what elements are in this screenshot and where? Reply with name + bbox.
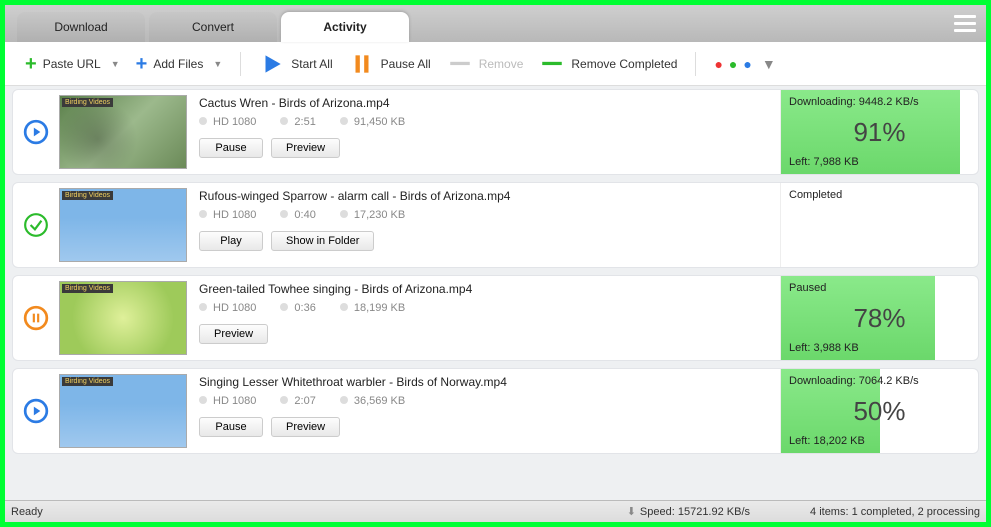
- row-action-1[interactable]: Play: [199, 231, 263, 251]
- add-files-button[interactable]: + Add Files ▼: [130, 53, 229, 75]
- separator: [695, 52, 696, 76]
- start-all-label: Start All: [291, 57, 332, 71]
- activity-list: Birding Videos Cactus Wren - Birds of Ar…: [5, 86, 986, 500]
- pause-icon: [349, 51, 375, 77]
- row-action-2[interactable]: Preview: [199, 324, 268, 344]
- status-bottom: Left: 3,988 KB: [789, 342, 970, 354]
- status-top: Downloading: 7064.2 KB/s: [789, 375, 970, 387]
- item-status: Downloading: 7064.2 KB/s 50% Left: 18,20…: [780, 369, 978, 453]
- status-top: Completed: [789, 189, 970, 201]
- row-action-2[interactable]: Show in Folder: [271, 231, 374, 251]
- item-duration: 2:07: [280, 395, 315, 407]
- thumbnail-watermark: Birding Videos: [62, 377, 113, 386]
- item-duration: 0:40: [280, 209, 315, 221]
- add-files-label: Add Files: [153, 57, 203, 71]
- status-percent: 50%: [789, 387, 970, 435]
- item-resolution: HD 1080: [199, 395, 256, 407]
- play-circle-icon: [23, 398, 49, 424]
- thumbnail[interactable]: Birding Videos: [59, 188, 187, 262]
- titlebar: Download Convert Activity: [5, 5, 986, 42]
- row-state-icon[interactable]: [13, 369, 59, 453]
- item-resolution: HD 1080: [199, 302, 256, 314]
- pause-all-label: Pause All: [381, 57, 431, 71]
- status-top: Downloading: 9448.2 KB/s: [789, 96, 970, 108]
- statusbar: Ready ⬇ Speed: 15721.92 KB/s 4 items: 1 …: [5, 500, 986, 522]
- item-status: Completed: [780, 183, 978, 267]
- download-arrow-icon: ⬇: [627, 505, 636, 518]
- start-all-button[interactable]: Start All: [253, 47, 338, 81]
- status-percent: 78%: [789, 294, 970, 342]
- item-resolution: HD 1080: [199, 209, 256, 221]
- item-title: Green-tailed Towhee singing - Birds of A…: [199, 282, 768, 296]
- row-state-icon[interactable]: [13, 183, 59, 267]
- status-speed: Speed: 15721.92 KB/s: [640, 506, 750, 518]
- download-item[interactable]: Birding Videos Green-tailed Towhee singi…: [12, 275, 979, 361]
- item-resolution: HD 1080: [199, 116, 256, 128]
- item-size: 91,450 KB: [340, 116, 405, 128]
- row-state-icon[interactable]: [13, 90, 59, 174]
- item-status: Downloading: 9448.2 KB/s 91% Left: 7,988…: [780, 90, 978, 174]
- thumbnail-watermark: Birding Videos: [62, 284, 113, 293]
- item-duration: 2:51: [280, 116, 315, 128]
- status-top: Paused: [789, 282, 970, 294]
- status-ready: Ready: [11, 506, 43, 518]
- status-bottom: Left: 7,988 KB: [789, 156, 970, 168]
- separator: [240, 52, 241, 76]
- status-summary: 4 items: 1 completed, 2 processing: [810, 506, 980, 518]
- item-size: 36,569 KB: [340, 395, 405, 407]
- paste-url-button[interactable]: + Paste URL ▼: [19, 53, 126, 75]
- remove-label: Remove: [479, 57, 524, 71]
- menu-icon[interactable]: [954, 11, 976, 36]
- status-bottom: Left: 18,202 KB: [789, 435, 970, 447]
- item-title: Singing Lesser Whitethroat warbler - Bir…: [199, 375, 768, 389]
- minus-icon: [447, 51, 473, 77]
- row-action-1[interactable]: Pause: [199, 138, 263, 158]
- chevron-down-icon[interactable]: ▼: [111, 59, 120, 69]
- item-title: Cactus Wren - Birds of Arizona.mp4: [199, 96, 768, 110]
- item-size: 17,230 KB: [340, 209, 405, 221]
- thumbnail[interactable]: Birding Videos: [59, 95, 187, 169]
- row-action-2[interactable]: Preview: [271, 417, 340, 437]
- tab-download[interactable]: Download: [17, 12, 145, 42]
- row-action-1[interactable]: Pause: [199, 417, 263, 437]
- item-duration: 0:36: [280, 302, 315, 314]
- row-state-icon[interactable]: [13, 276, 59, 360]
- pause-circle-icon: [23, 305, 49, 331]
- remove-completed-button[interactable]: Remove Completed: [533, 47, 683, 81]
- status-percent: [789, 201, 970, 261]
- remove-completed-label: Remove Completed: [571, 57, 677, 71]
- play-circle-icon: [23, 119, 49, 145]
- minus-icon: [539, 51, 565, 77]
- play-icon: [259, 51, 285, 77]
- chevron-down-icon[interactable]: ▼: [213, 59, 222, 69]
- check-circle-icon: [23, 212, 49, 238]
- item-size: 18,199 KB: [340, 302, 405, 314]
- tab-activity[interactable]: Activity: [281, 12, 409, 42]
- thumbnail[interactable]: Birding Videos: [59, 281, 187, 355]
- download-item[interactable]: Birding Videos Rufous-winged Sparrow - a…: [12, 182, 979, 268]
- paste-url-label: Paste URL: [43, 57, 101, 71]
- item-status: Paused 78% Left: 3,988 KB: [780, 276, 978, 360]
- thumbnail-watermark: Birding Videos: [62, 191, 113, 200]
- download-item[interactable]: Birding Videos Cactus Wren - Birds of Ar…: [12, 89, 979, 175]
- more-button[interactable]: ●●● ▼: [708, 60, 781, 68]
- download-item[interactable]: Birding Videos Singing Lesser Whitethroa…: [12, 368, 979, 454]
- status-percent: 91%: [789, 108, 970, 156]
- thumbnail-watermark: Birding Videos: [62, 98, 113, 107]
- item-title: Rufous-winged Sparrow - alarm call - Bir…: [199, 189, 768, 203]
- tab-convert[interactable]: Convert: [149, 12, 277, 42]
- toolbar: + Paste URL ▼ + Add Files ▼ Start All Pa…: [5, 42, 986, 86]
- thumbnail[interactable]: Birding Videos: [59, 374, 187, 448]
- pause-all-button[interactable]: Pause All: [343, 47, 437, 81]
- remove-button[interactable]: Remove: [441, 47, 530, 81]
- row-action-2[interactable]: Preview: [271, 138, 340, 158]
